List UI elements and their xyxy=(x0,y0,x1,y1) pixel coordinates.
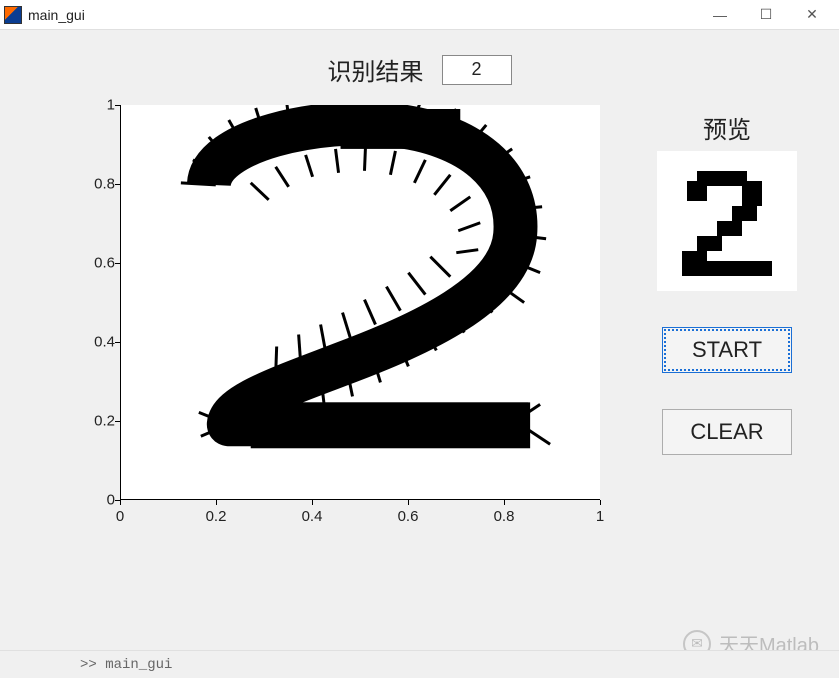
right-panel: 预览 START CLEAR xyxy=(647,110,807,455)
ytick-0: 0 xyxy=(80,492,115,509)
app-body: 识别结果 2 1 0.8 0.6 0.4 0.2 0 0 0.2 0.4 0.6… xyxy=(0,30,839,678)
preview-label: 预览 xyxy=(703,110,751,145)
xtick-0-4: 0.4 xyxy=(302,508,323,525)
xtick-0: 0 xyxy=(116,508,124,525)
command-text: >> main_gui xyxy=(80,657,172,673)
command-footer: >> main_gui xyxy=(0,650,839,678)
xtick-0-2: 0.2 xyxy=(206,508,227,525)
xtick-1: 1 xyxy=(596,508,604,525)
ytick-0-6: 0.6 xyxy=(80,255,115,272)
minimize-button[interactable]: — xyxy=(697,1,743,29)
start-button[interactable]: START xyxy=(662,327,792,373)
result-value: 2 xyxy=(471,59,481,80)
ytick-0-8: 0.8 xyxy=(80,176,115,193)
clear-button-label: CLEAR xyxy=(690,419,763,445)
title-bar: main_gui — ☐ ✕ xyxy=(0,0,839,30)
ytick-1: 1 xyxy=(80,97,115,114)
xtick-0-6: 0.6 xyxy=(398,508,419,525)
handwritten-two-icon xyxy=(121,105,600,499)
xtick-0-8: 0.8 xyxy=(494,508,515,525)
drawing-canvas[interactable] xyxy=(120,105,600,500)
ytick-0-4: 0.4 xyxy=(80,334,115,351)
preview-two-icon xyxy=(657,151,797,291)
result-header: 识别结果 2 xyxy=(0,52,839,87)
drawing-axes: 1 0.8 0.6 0.4 0.2 0 0 0.2 0.4 0.6 0.8 1 xyxy=(60,90,625,550)
clear-button[interactable]: CLEAR xyxy=(662,409,792,455)
preview-thumbnail xyxy=(657,151,797,291)
result-value-box: 2 xyxy=(442,55,512,85)
close-button[interactable]: ✕ xyxy=(789,1,835,29)
maximize-button[interactable]: ☐ xyxy=(743,1,789,29)
ytick-0-2: 0.2 xyxy=(80,413,115,430)
result-label: 识别结果 xyxy=(328,52,424,87)
matlab-icon xyxy=(4,6,22,24)
window-controls: — ☐ ✕ xyxy=(697,1,835,29)
window-title: main_gui xyxy=(28,7,85,23)
start-button-label: START xyxy=(692,337,762,363)
